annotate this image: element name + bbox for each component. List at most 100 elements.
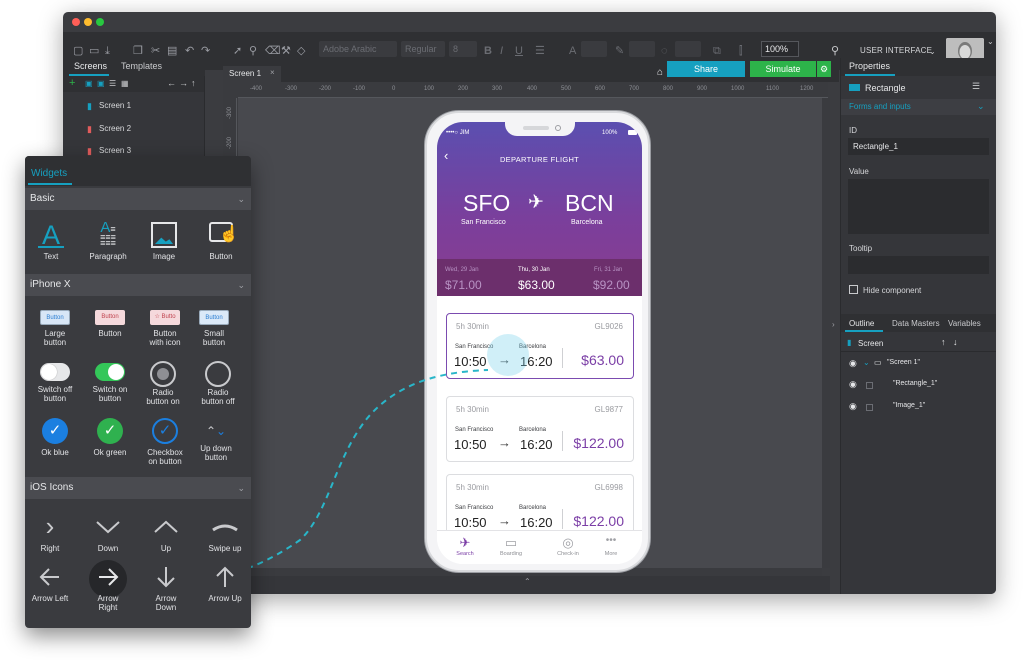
widget-arrow-down[interactable]: Arrow Down xyxy=(138,564,194,612)
screen-item[interactable]: ▮ Screen 1 xyxy=(63,95,205,117)
widget-icon-up[interactable]: Up xyxy=(138,514,194,553)
screen-type-icon[interactable]: ▣ xyxy=(85,79,93,88)
new-file-icon[interactable]: ▢ xyxy=(73,46,83,57)
section-ios-icons[interactable]: iOS Icons ⌄ xyxy=(25,477,251,499)
tab-more[interactable]: ••• More xyxy=(591,531,631,564)
zoom-select[interactable]: 100% ⌄ xyxy=(761,41,799,68)
widget-icon-swipe-up[interactable]: Swipe up xyxy=(197,514,251,553)
widget-small-button[interactable]: Button Small button xyxy=(186,310,242,347)
workspace-label[interactable]: USER INTERFACE xyxy=(860,46,932,55)
move-up-icon[interactable]: ↑ xyxy=(941,337,946,347)
chevron-down-icon[interactable]: ⌄ xyxy=(863,358,870,367)
widget-paragraph[interactable]: A≡ ≡≡≡ ≡≡≡ Paragraph xyxy=(80,220,136,261)
close-window-button[interactable] xyxy=(72,18,80,26)
italic-icon[interactable]: I xyxy=(500,46,503,57)
date-option-selected[interactable]: Thu, 30 Jan $63.00 xyxy=(505,259,573,296)
copy-icon[interactable]: ❐ xyxy=(133,46,143,57)
widget-arrow-left[interactable]: Arrow Left xyxy=(25,564,78,603)
fill-color-select[interactable] xyxy=(629,41,655,57)
value-field[interactable] xyxy=(848,179,989,234)
tab-widgets[interactable]: Widgets xyxy=(31,168,67,179)
border-icon[interactable]: ◌ xyxy=(661,46,668,57)
move-down-icon[interactable]: ↓ xyxy=(953,337,958,347)
widget-up-down[interactable]: ⌃⌄ Up down button xyxy=(188,422,244,462)
eye-icon[interactable]: ◉ xyxy=(849,401,857,412)
widget-large-button[interactable]: Button Large button xyxy=(27,310,83,347)
canvas-vertical-scrollbar[interactable] xyxy=(822,98,830,568)
widget-switch-off[interactable]: Switch off button xyxy=(27,363,83,403)
tab-screens[interactable]: Screens xyxy=(74,61,107,71)
tab-screen-1[interactable]: Screen 1 × xyxy=(223,66,281,82)
simulate-settings-icon[interactable]: ⚙ xyxy=(817,61,831,77)
lock-checkbox[interactable] xyxy=(866,382,873,389)
add-screen-icon[interactable]: + xyxy=(69,78,75,89)
tab-data-masters[interactable]: Data Masters xyxy=(892,319,940,328)
folder-icon[interactable]: ▣ xyxy=(97,79,105,88)
arrange-icon[interactable]: ⧉ xyxy=(713,46,721,57)
simulate-button[interactable]: Simulate xyxy=(750,61,816,77)
maximize-window-button[interactable] xyxy=(96,18,104,26)
font-size-select[interactable]: 8 xyxy=(449,41,477,57)
lock-checkbox[interactable] xyxy=(866,404,873,411)
arrow-left-icon[interactable]: ← xyxy=(167,78,176,88)
hide-component-checkbox[interactable] xyxy=(849,285,858,294)
bold-icon[interactable]: B xyxy=(484,46,492,57)
minimize-window-button[interactable] xyxy=(84,18,92,26)
paste-icon[interactable]: ▤ xyxy=(167,46,177,57)
eraser-icon[interactable]: ⌫ xyxy=(265,46,281,57)
widget-text[interactable]: A Text xyxy=(25,222,79,261)
section-forms-inputs[interactable]: Forms and inputs ⌄ xyxy=(841,99,996,115)
share-button[interactable]: Share xyxy=(667,61,745,77)
flight-card[interactable]: 5h 30min GL9026 San Francisco Barcelona … xyxy=(446,313,634,379)
shape-icon[interactable]: ◇ xyxy=(297,46,305,57)
pointer-icon[interactable]: ➚ xyxy=(233,46,242,57)
text-color-icon[interactable]: A xyxy=(569,46,576,57)
underline-icon[interactable]: U xyxy=(515,46,523,57)
distribute-icon[interactable]: ⫿ xyxy=(739,46,743,57)
window-chevron-icon[interactable]: ⌄ xyxy=(987,36,994,47)
redo-icon[interactable]: ↷ xyxy=(201,46,210,57)
arrow-up-icon[interactable]: ↑ xyxy=(191,78,196,88)
collapse-up-icon[interactable]: ⌃ xyxy=(524,577,531,586)
cut-icon[interactable]: ✂ xyxy=(151,46,160,57)
widget-iphone-button[interactable]: Button Button xyxy=(82,310,138,338)
zoom-icon[interactable]: ⚲ xyxy=(249,46,257,57)
widget-button-with-icon[interactable]: ☆ Butto Button with icon xyxy=(137,310,193,347)
tab-outline[interactable]: Outline xyxy=(849,319,874,328)
tab-check-in[interactable]: ◎ Check-in xyxy=(548,531,588,564)
widget-radio-off[interactable]: Radio button off xyxy=(190,361,246,406)
collapse-right-icon[interactable]: › xyxy=(832,320,835,329)
eye-icon[interactable]: ◉ xyxy=(849,358,857,369)
close-tab-icon[interactable]: × xyxy=(270,68,275,77)
open-folder-icon[interactable]: ▭ xyxy=(89,46,99,57)
outline-row[interactable]: ◉ ⌄ ▭ "Screen 1" xyxy=(841,358,996,374)
download-icon[interactable]: ⤓ xyxy=(105,46,110,57)
flight-card[interactable]: 5h 30min GL9877 San Francisco Barcelona … xyxy=(446,396,634,462)
search-icon[interactable]: ⚲ xyxy=(831,46,839,57)
widget-image[interactable]: Image xyxy=(136,222,192,261)
widget-checkbox-on[interactable]: ✓ Checkbox on button xyxy=(137,418,193,466)
font-family-select[interactable]: Adobe Arabic xyxy=(319,41,397,57)
fill-icon[interactable]: ✎ xyxy=(615,46,624,57)
widget-button[interactable]: ☝ Button xyxy=(193,222,249,261)
id-field[interactable]: Rectangle_1 xyxy=(848,138,989,155)
section-iphone-x[interactable]: iPhone X ⌄ xyxy=(25,274,251,296)
undo-icon[interactable]: ↶ xyxy=(185,46,194,57)
menu-icon[interactable]: ☰ xyxy=(972,81,980,92)
outline-row[interactable]: ◉ "Image_1" xyxy=(841,401,996,417)
date-option[interactable]: Fri, 31 Jan $92.00 xyxy=(573,259,642,296)
tab-templates[interactable]: Templates xyxy=(121,61,162,71)
widget-icon-down[interactable]: Down xyxy=(80,514,136,553)
widget-switch-on[interactable]: Switch on button xyxy=(82,363,138,403)
home-icon[interactable]: ⌂ xyxy=(657,67,663,78)
widget-ok-blue[interactable]: ✓ Ok blue xyxy=(27,418,83,457)
text-color-select[interactable] xyxy=(581,41,607,57)
workspace-chevron-icon[interactable]: ⌄ xyxy=(929,46,936,57)
section-basic[interactable]: Basic ⌄ xyxy=(25,188,251,210)
tab-properties[interactable]: Properties xyxy=(849,61,890,71)
tab-variables[interactable]: Variables xyxy=(948,319,981,328)
tab-search[interactable]: ✈ Search xyxy=(445,531,485,564)
iphone-mockup[interactable]: ••••○ JIM 100% ‹ DEPARTURE FLIGHT SFO Sa… xyxy=(425,111,650,572)
list-view-icon[interactable]: ☰ xyxy=(109,79,116,88)
tab-boarding[interactable]: ▭ Boarding xyxy=(491,531,531,564)
